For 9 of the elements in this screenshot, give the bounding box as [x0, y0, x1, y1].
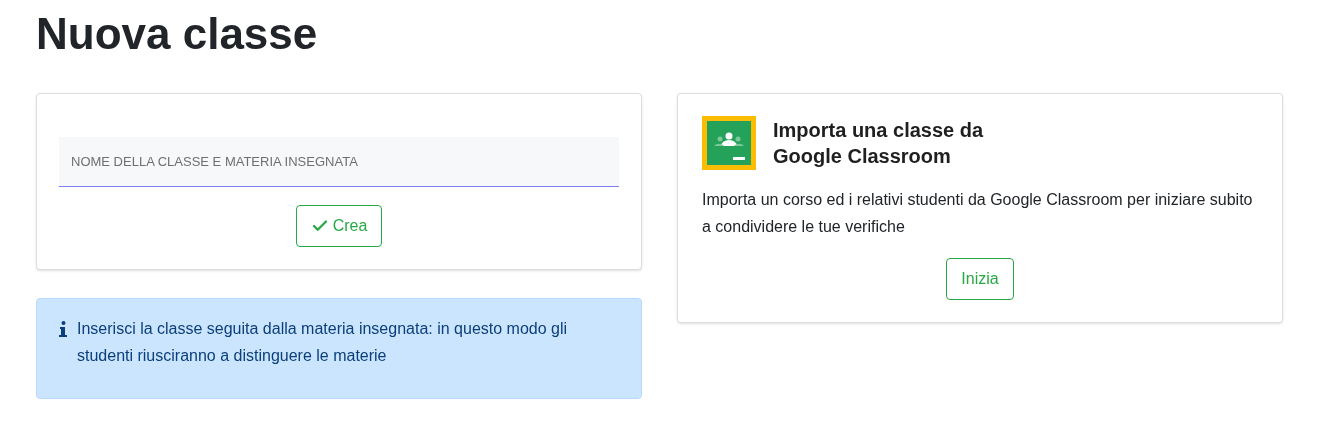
class-name-field[interactable]: NOME DELLA CLASSE E MATERIA INSEGNATA: [59, 137, 619, 187]
create-button[interactable]: Crea: [295, 205, 383, 247]
page-title: Nuova classe: [36, 8, 318, 60]
classroom-logo-icon: [702, 116, 756, 170]
start-button[interactable]: Inizia: [946, 258, 1014, 300]
import-description: Importa un corso ed i relativi studenti da Google Classroom per iniziare subito a condividere le tue verifiche: [702, 190, 1254, 237]
import-title: Importa una classe da Google Classroom: [773, 118, 984, 169]
info-icon: [59, 321, 67, 337]
info-text: Inserisci la classe seguita dalla materia insegnata: in questo modo gli studenti riusciranno a distinguere le materie: [77, 319, 569, 366]
